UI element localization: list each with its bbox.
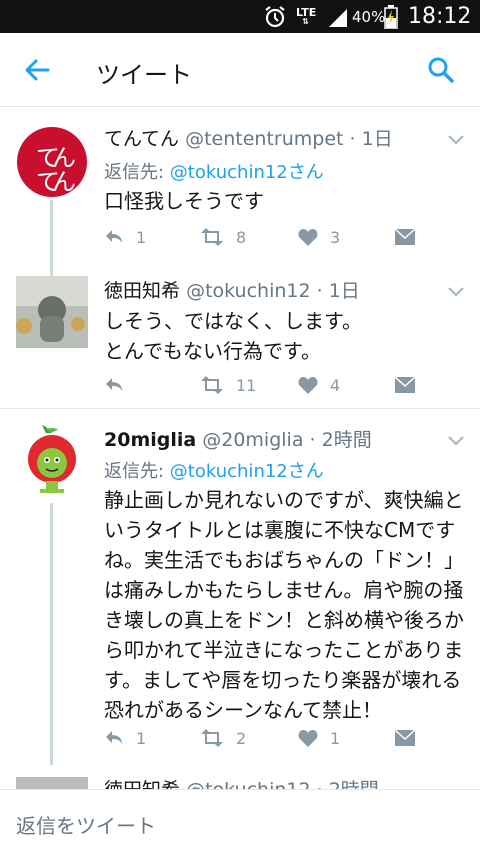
tweet-actions: 11 4 bbox=[104, 373, 424, 397]
thread-line bbox=[50, 200, 53, 260]
retweet-count: 8 bbox=[236, 227, 247, 247]
like-button[interactable]: 4 bbox=[298, 373, 340, 397]
reply-count: 1 bbox=[136, 728, 147, 748]
back-arrow-icon[interactable] bbox=[22, 55, 52, 85]
top-app-bar: ツイート bbox=[0, 33, 480, 107]
like-count: 3 bbox=[330, 227, 341, 247]
user-handle[interactable]: @tokuchin12 bbox=[186, 280, 311, 302]
avatar[interactable]: て ん て ん bbox=[16, 126, 88, 198]
display-name[interactable]: てんてん bbox=[104, 128, 179, 150]
thread-line bbox=[50, 260, 53, 276]
tweet-time: · 1日 bbox=[316, 280, 360, 302]
chevron-down-icon[interactable] bbox=[446, 284, 466, 298]
avatar[interactable] bbox=[16, 276, 88, 348]
user-handle[interactable]: @tententrumpet bbox=[185, 128, 343, 150]
user-handle[interactable]: @tokuchin12 bbox=[186, 779, 311, 789]
tweet-actions: 1 8 3 bbox=[104, 225, 424, 249]
reply-to-mention[interactable]: @tokuchin12さん bbox=[170, 461, 324, 482]
display-name[interactable]: 徳田知希 bbox=[104, 280, 180, 302]
tweet-item[interactable]: 徳田知希 @tokuchin12 · 1日 しそう、ではなく、します。 とんでも… bbox=[0, 260, 480, 408]
battery-icon bbox=[384, 0, 398, 33]
tweet-text: 口怪我しそうです bbox=[104, 189, 264, 213]
dm-button[interactable] bbox=[394, 726, 428, 750]
chevron-down-icon[interactable] bbox=[446, 433, 466, 447]
data-arrows-icon: ⇅ bbox=[302, 17, 310, 26]
tweet-actions: 1 2 1 bbox=[104, 726, 424, 750]
tweet-header: 徳田知希 @tokuchin12 · 2時間 bbox=[104, 775, 379, 789]
reply-count: 1 bbox=[136, 227, 147, 247]
tweet-text: しそう、ではなく、します。 とんでもない行為です。 bbox=[104, 309, 362, 363]
reply-button[interactable] bbox=[104, 373, 136, 397]
like-count: 4 bbox=[330, 375, 341, 395]
retweet-count: 2 bbox=[236, 728, 247, 748]
chevron-down-icon[interactable] bbox=[446, 132, 466, 146]
reply-to-mention[interactable]: @tokuchin12さん bbox=[170, 162, 324, 183]
alarm-icon bbox=[262, 0, 288, 33]
tweet-header: 20miglia @20miglia · 2時間 bbox=[104, 425, 372, 452]
retweet-button[interactable]: 11 bbox=[200, 373, 256, 397]
retweet-button[interactable]: 2 bbox=[200, 726, 246, 750]
search-icon[interactable] bbox=[426, 55, 456, 85]
tweet-time: · 1日 bbox=[349, 128, 393, 150]
like-button[interactable]: 3 bbox=[298, 225, 340, 249]
retweet-count: 11 bbox=[236, 375, 257, 395]
reply-button[interactable]: 1 bbox=[104, 225, 146, 249]
status-bar: LTE ⇅ 40% 18:12 bbox=[0, 0, 480, 33]
dm-button[interactable] bbox=[394, 225, 428, 249]
like-count: 1 bbox=[330, 728, 341, 748]
display-name[interactable]: 20miglia bbox=[104, 429, 196, 451]
avatar[interactable] bbox=[16, 423, 88, 495]
thread-line bbox=[50, 503, 53, 765]
reply-to-line: 返信先: @tokuchin12さん bbox=[104, 457, 324, 483]
reply-button[interactable]: 1 bbox=[104, 726, 146, 750]
tweet-time: · 2時間 bbox=[317, 779, 379, 789]
network-indicator: LTE ⇅ bbox=[296, 0, 316, 33]
page-title: ツイート bbox=[96, 61, 192, 89]
tweet-item[interactable]: て ん て ん てんてん @tententrumpet · 1日 返信先: @t… bbox=[0, 108, 480, 260]
reply-to-label: 返信先: bbox=[104, 461, 170, 482]
tweet-item[interactable]: 徳田知希 @tokuchin12 · 2時間 bbox=[0, 765, 480, 789]
svg-text:ん: ん bbox=[52, 168, 76, 196]
retweet-button[interactable]: 8 bbox=[200, 225, 246, 249]
clock: 18:12 bbox=[408, 4, 472, 29]
display-name[interactable]: 徳田知希 bbox=[104, 779, 180, 789]
reply-input[interactable]: 返信をツイート bbox=[16, 810, 156, 839]
user-handle[interactable]: @20miglia bbox=[202, 429, 303, 451]
tweet-header: 徳田知希 @tokuchin12 · 1日 bbox=[104, 276, 360, 303]
tweet-text: 静止画しか見れないのですが、爽快編というタイトルとは裏腹に不快なCMですね。実生… bbox=[104, 488, 464, 722]
battery-percent: 40% bbox=[352, 7, 386, 26]
dm-button[interactable] bbox=[394, 373, 428, 397]
reply-composer[interactable]: 返信をツイート bbox=[0, 789, 480, 853]
tweet-header: てんてん @tententrumpet · 1日 bbox=[104, 124, 393, 151]
signal-icon bbox=[327, 0, 349, 33]
reply-to-line: 返信先: @tokuchin12さん bbox=[104, 158, 324, 184]
tweet-item[interactable]: 20miglia @20miglia · 2時間 返信先: @tokuchin1… bbox=[0, 409, 480, 765]
tweet-time: · 2時間 bbox=[309, 429, 372, 451]
avatar[interactable] bbox=[16, 777, 88, 789]
reply-to-label: 返信先: bbox=[104, 162, 170, 183]
like-button[interactable]: 1 bbox=[298, 726, 340, 750]
